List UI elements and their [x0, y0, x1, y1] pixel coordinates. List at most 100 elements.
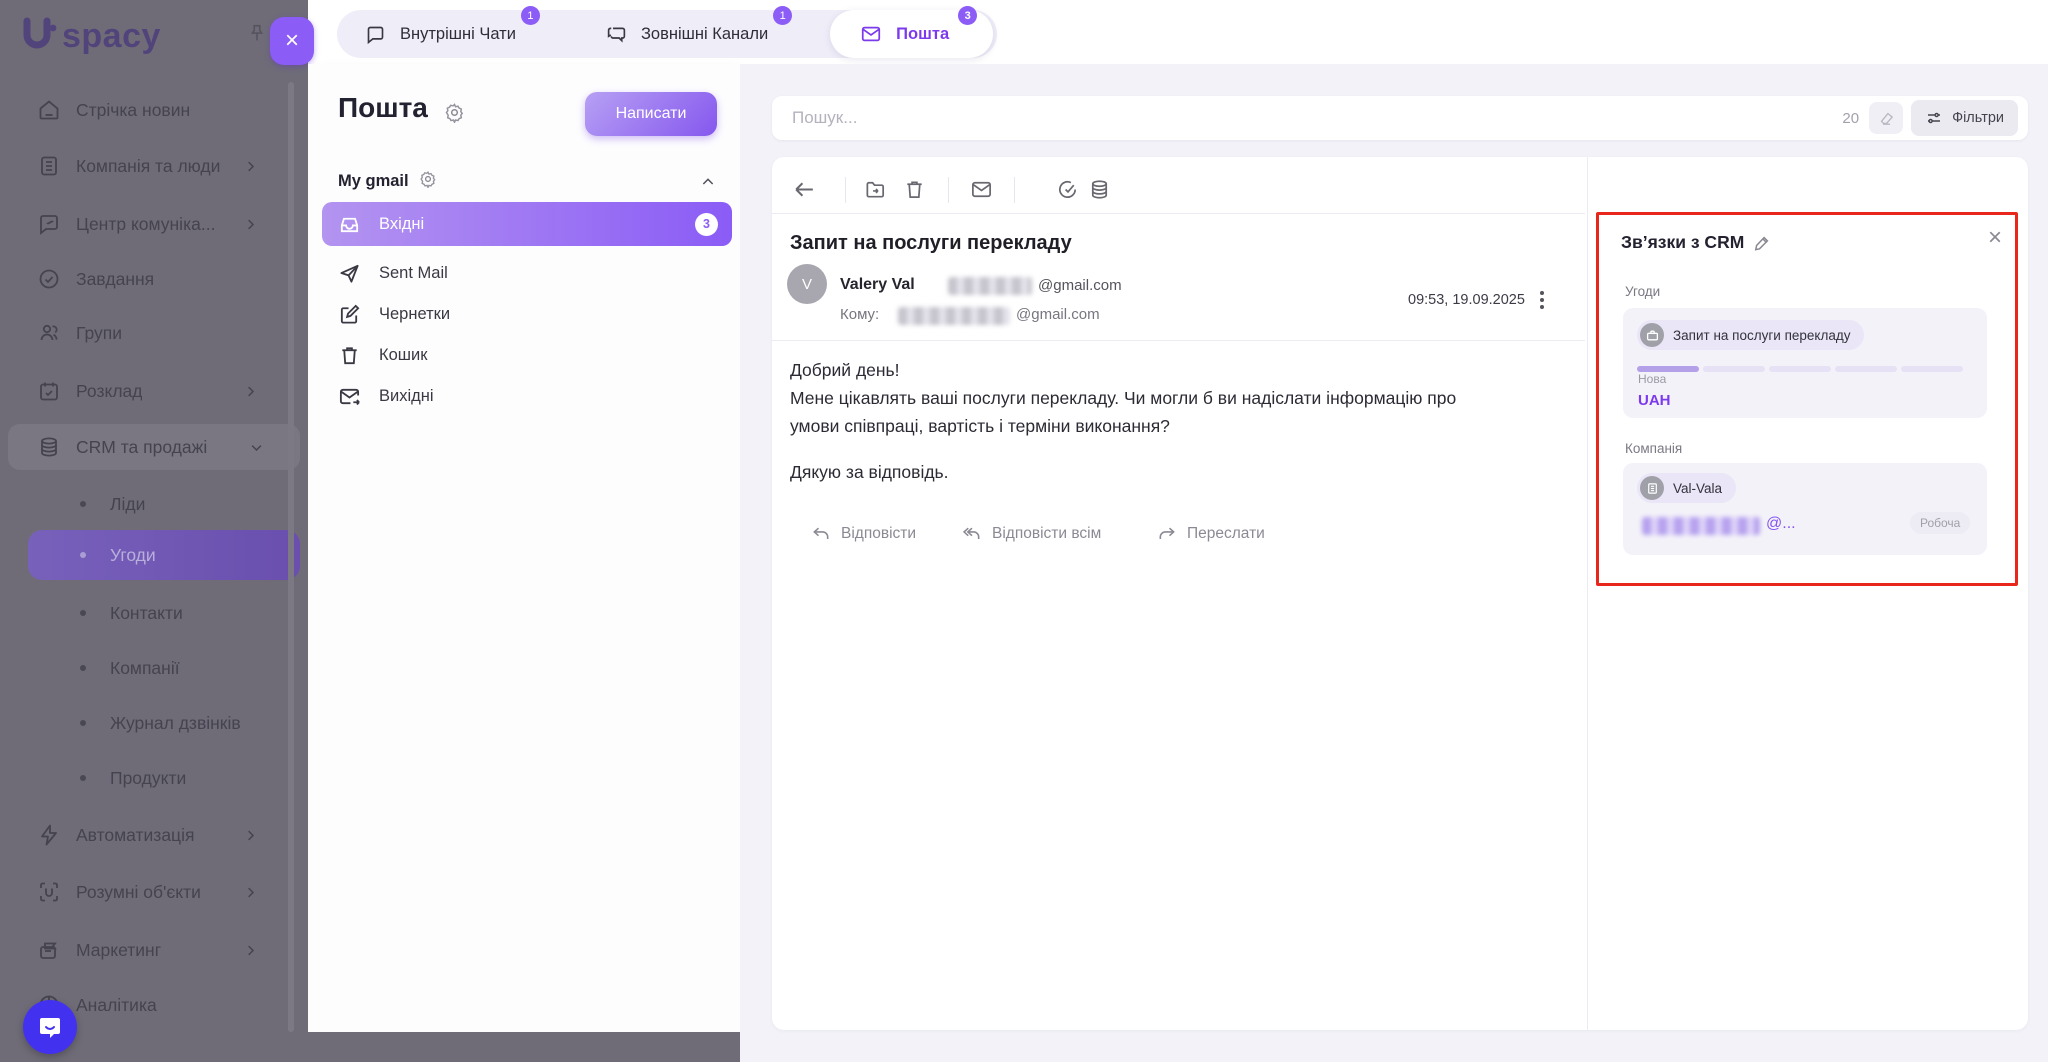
sidebar-item-products[interactable]: Продукти: [0, 758, 308, 798]
deal-chip[interactable]: Запит на послуги перекладу: [1637, 320, 1864, 350]
sidebar-item-label: Маркетинг: [76, 940, 161, 961]
compose-label: Написати: [616, 105, 687, 123]
deal-currency-link[interactable]: UAH: [1638, 392, 1671, 409]
tab-label: Пошта: [896, 25, 949, 44]
unread-badge: 1: [521, 6, 540, 25]
to-label: Кому:: [840, 306, 879, 323]
sidebar-item-crm[interactable]: CRM та продажі: [8, 424, 300, 470]
check-circle-icon: [36, 266, 62, 292]
forward-button[interactable]: Переслати: [1157, 524, 1265, 544]
search-input[interactable]: [790, 107, 1694, 129]
sidebar-item-label: Ліди: [110, 494, 145, 515]
envelope-out-icon: [338, 385, 361, 408]
company-name: Val-Vala: [1673, 481, 1722, 496]
progress-segment: [1835, 366, 1897, 372]
sidebar-item-smart-objects[interactable]: Розумні об'єкти: [0, 872, 308, 912]
filters-button[interactable]: Фільтри: [1911, 100, 2018, 136]
sidebar-item-companies[interactable]: Компанії: [0, 648, 308, 688]
sidebar-item-leads[interactable]: Ліди: [0, 484, 308, 524]
folder-inbox-active[interactable]: Вхідні 3: [322, 202, 732, 246]
forward-label: Переслати: [1187, 525, 1265, 543]
sidebar-item-contacts[interactable]: Контакти: [0, 593, 308, 633]
email-subject: Запит на послуги перекладу: [790, 232, 1072, 255]
forward-icon: [1157, 524, 1177, 544]
folder-label: Вихідні: [379, 387, 434, 406]
sidebar-item-automation[interactable]: Автоматизація: [0, 815, 308, 855]
tab-external-channels[interactable]: Зовнішні Канали 1: [606, 10, 768, 58]
calendar-icon: [36, 378, 62, 404]
reply-all-button[interactable]: Відповісти всім: [962, 524, 1101, 544]
sidebar-item-tasks[interactable]: Завдання: [0, 259, 308, 299]
deal-name: Запит на послуги перекладу: [1673, 328, 1850, 343]
reply-label: Відповісти: [841, 525, 916, 543]
reply-button[interactable]: Відповісти: [811, 524, 916, 544]
pin-sidebar-icon[interactable]: [246, 22, 268, 51]
draft-pencil-icon: [338, 303, 361, 326]
company-chip[interactable]: Val-Vala: [1637, 473, 1736, 503]
move-to-folder-button[interactable]: [864, 178, 887, 201]
crm-panel-title: Зв’язки з CRM: [1621, 232, 1744, 253]
crm-link-button[interactable]: [1088, 178, 1111, 201]
email-body-line: умови співпраці, вартість і терміни вико…: [790, 416, 1170, 437]
sidebar-item-label: Угоди: [110, 545, 156, 566]
collapse-account-chevron-icon[interactable]: [700, 174, 716, 195]
deal-icon: [1640, 323, 1664, 347]
folder-outbox[interactable]: Вихідні: [322, 377, 732, 415]
chevron-down-icon: [249, 440, 264, 455]
recipient-email-redacted: [898, 307, 1010, 325]
sidebar-item-marketing[interactable]: Маркетинг: [0, 930, 308, 970]
close-icon: ×: [285, 27, 299, 55]
database-icon: [36, 434, 62, 460]
tab-mail-active[interactable]: Пошта 3: [830, 10, 993, 58]
sidebar-item-groups[interactable]: Групи: [0, 313, 308, 353]
sender-name: Valery Val: [840, 276, 915, 294]
arrow-left-icon: [792, 177, 817, 202]
chevron-right-icon: [243, 159, 258, 174]
clear-search-button[interactable]: [1869, 102, 1903, 134]
mail-settings-gear-icon[interactable]: [444, 102, 465, 128]
sidebar-item-label: Журнал дзвінків: [110, 713, 241, 734]
sidebar-item-label: Продукти: [110, 768, 186, 789]
mail-panel-title: Пошта: [338, 92, 428, 124]
sidebar-item-label: Компанії: [110, 658, 180, 679]
sidebar-item-schedule[interactable]: Розклад: [0, 371, 308, 411]
mark-done-button[interactable]: [1056, 178, 1079, 201]
inbox-count-badge: 3: [695, 213, 718, 236]
sidebar-item-deals-active[interactable]: Угоди: [28, 530, 300, 580]
folder-trash[interactable]: Кошик: [322, 336, 732, 374]
pencil-icon: [1752, 233, 1772, 253]
folder-drafts[interactable]: Чернетки: [322, 295, 732, 333]
sidebar-item-call-log[interactable]: Журнал дзвінків: [0, 703, 308, 743]
marketing-icon: [36, 937, 62, 963]
account-settings-gear-icon[interactable]: [419, 170, 437, 193]
support-chat-button[interactable]: [23, 1000, 77, 1054]
sidebar-item-company-people[interactable]: Компанія та люди: [0, 146, 308, 186]
tab-label: Внутрішні Чати: [400, 25, 516, 44]
sidebar-item-newsfeed[interactable]: Стрічка новин: [0, 90, 308, 130]
bullet-icon: [80, 665, 86, 671]
sidebar-item-communication-center[interactable]: Центр комуніка...: [0, 204, 308, 244]
toolbar-divider: [948, 177, 949, 203]
folder-sent[interactable]: Sent Mail: [322, 254, 732, 292]
email-more-menu[interactable]: [1540, 288, 1544, 312]
mark-unread-button[interactable]: [970, 178, 993, 201]
collapse-sidebar-button[interactable]: ×: [270, 17, 314, 65]
close-crm-panel-button[interactable]: ×: [1988, 228, 2002, 248]
reply-icon: [811, 524, 831, 544]
sidebar-scrollbar[interactable]: [288, 82, 294, 1032]
mail-account-header[interactable]: My gmail: [338, 170, 437, 193]
company-email-suffix[interactable]: @...: [1766, 515, 1796, 533]
chat-smile-icon: [37, 1014, 63, 1040]
toolbar-bottom-divider: [772, 213, 1585, 214]
delete-email-button[interactable]: [903, 178, 926, 201]
header-bottom-divider: [772, 340, 1585, 341]
compose-button[interactable]: Написати: [585, 92, 717, 136]
edit-crm-links-button[interactable]: [1752, 233, 1772, 258]
envelope-icon: [970, 178, 993, 201]
back-button[interactable]: [792, 177, 817, 202]
sidebar-item-label: Завдання: [76, 269, 154, 290]
tab-internal-chats[interactable]: Внутрішні Чати 1: [365, 10, 516, 58]
sidebar-item-label: CRM та продажі: [76, 437, 207, 458]
app-sidebar: spacy Стрічка новин Компанія та люди Цен…: [0, 0, 308, 1062]
folder-move-icon: [864, 178, 887, 201]
